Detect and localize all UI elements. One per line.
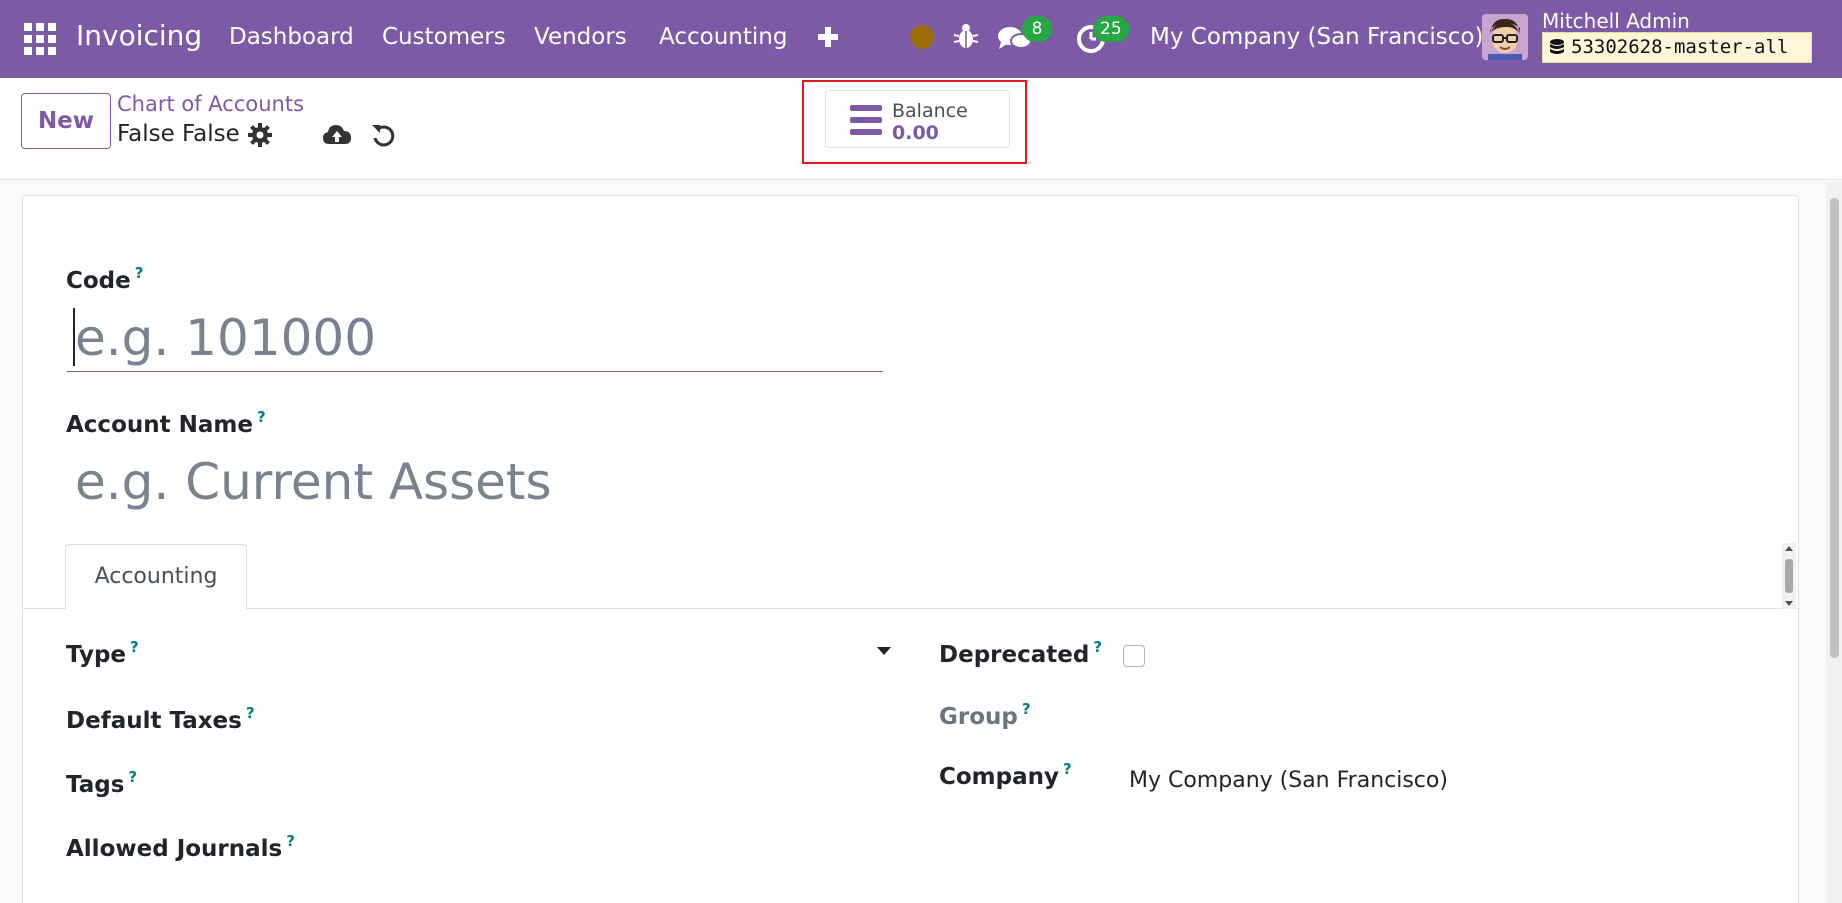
- inner-scrollbar[interactable]: [1782, 543, 1796, 609]
- group-help-icon[interactable]: ?: [1022, 700, 1031, 718]
- account-name-input[interactable]: [67, 448, 883, 516]
- menu-dashboard[interactable]: Dashboard: [229, 24, 354, 50]
- account-name-label-text: Account Name: [66, 412, 253, 438]
- group-label-text: Group: [939, 704, 1018, 730]
- account-name-label: Account Name?: [66, 408, 266, 438]
- balance-label: Balance: [892, 100, 968, 122]
- control-panel: New Chart of Accounts False False Balanc…: [0, 78, 1842, 180]
- type-help-icon[interactable]: ?: [130, 638, 139, 656]
- messages-badge: 8: [1022, 16, 1052, 42]
- deprecated-help-icon[interactable]: ?: [1093, 638, 1102, 656]
- user-name[interactable]: Mitchell Admin: [1542, 9, 1690, 33]
- gear-icon[interactable]: [248, 123, 272, 147]
- tags-field[interactable]: [283, 768, 891, 802]
- tab-accounting[interactable]: Accounting: [65, 544, 247, 610]
- type-select[interactable]: [263, 633, 891, 669]
- balance-stat-button[interactable]: Balance 0.00: [825, 90, 1010, 148]
- code-label-text: Code: [66, 268, 131, 294]
- tags-help-icon[interactable]: ?: [128, 768, 137, 786]
- activities-badge: 25: [1093, 16, 1129, 42]
- default-taxes-help-icon[interactable]: ?: [246, 704, 255, 722]
- database-icon: [1550, 39, 1564, 54]
- user-avatar-icon: [1482, 14, 1528, 60]
- inner-scrollbar-thumb[interactable]: [1785, 559, 1793, 593]
- type-label-text: Type: [66, 642, 127, 668]
- status-dot-icon[interactable]: [910, 25, 934, 49]
- scroll-down-icon[interactable]: [1785, 601, 1793, 606]
- cloud-upload-icon[interactable]: [322, 122, 352, 148]
- menu-vendors[interactable]: Vendors: [534, 24, 627, 50]
- default-taxes-label-text: Default Taxes: [66, 708, 242, 734]
- company-label: Company?: [939, 760, 1072, 790]
- default-taxes-field[interactable]: [283, 704, 891, 738]
- allowed-journals-field[interactable]: [283, 832, 891, 866]
- tab-bar: [23, 608, 1800, 609]
- company-label-text: Company: [939, 764, 1059, 790]
- company-switcher[interactable]: My Company (San Francisco): [1150, 24, 1483, 50]
- deprecated-label-text: Deprecated: [939, 642, 1090, 668]
- page-scrollbar-thumb[interactable]: [1830, 198, 1839, 658]
- company-field[interactable]: My Company (San Francisco): [1129, 768, 1448, 793]
- allowed-journals-label-text: Allowed Journals: [66, 836, 283, 862]
- database-badge: 53302628-master-all: [1542, 32, 1812, 63]
- bug-icon[interactable]: [953, 21, 979, 51]
- tags-label-text: Tags: [66, 772, 125, 798]
- code-label: Code?: [66, 264, 143, 294]
- text-caret: [73, 308, 75, 366]
- menu-customers[interactable]: Customers: [382, 24, 506, 50]
- caret-down-icon: [877, 647, 891, 655]
- avatar[interactable]: [1482, 14, 1528, 60]
- tags-label: Tags?: [66, 768, 137, 798]
- app-name[interactable]: Invoicing: [76, 19, 202, 52]
- deprecated-label: Deprecated?: [939, 638, 1102, 668]
- account-name-help-icon[interactable]: ?: [257, 408, 266, 426]
- plus-icon[interactable]: [815, 19, 841, 51]
- breadcrumb[interactable]: Chart of Accounts: [117, 92, 304, 116]
- discard-icon[interactable]: [370, 122, 398, 150]
- database-name: 53302628-master-all: [1571, 36, 1789, 58]
- company-help-icon[interactable]: ?: [1063, 760, 1072, 778]
- bars-icon: [850, 105, 882, 135]
- group-label: Group?: [939, 700, 1031, 730]
- new-button[interactable]: New: [21, 93, 111, 149]
- deprecated-checkbox[interactable]: [1123, 645, 1145, 667]
- top-navbar: Invoicing Dashboard Customers Vendors Ac…: [0, 0, 1842, 78]
- apps-menu-icon[interactable]: [24, 23, 56, 55]
- scroll-up-icon[interactable]: [1785, 546, 1793, 551]
- type-label: Type?: [66, 638, 139, 668]
- default-taxes-label: Default Taxes?: [66, 704, 255, 734]
- code-help-icon[interactable]: ?: [135, 264, 144, 282]
- menu-accounting[interactable]: Accounting: [659, 24, 787, 50]
- form-sheet: Code? Account Name? Accounting Type? Def…: [22, 195, 1800, 903]
- balance-value: 0.00: [892, 122, 939, 144]
- allowed-journals-label: Allowed Journals?: [66, 832, 295, 862]
- code-input[interactable]: [67, 304, 883, 372]
- page-scrollbar[interactable]: [1826, 182, 1842, 903]
- record-title: False False: [117, 121, 240, 147]
